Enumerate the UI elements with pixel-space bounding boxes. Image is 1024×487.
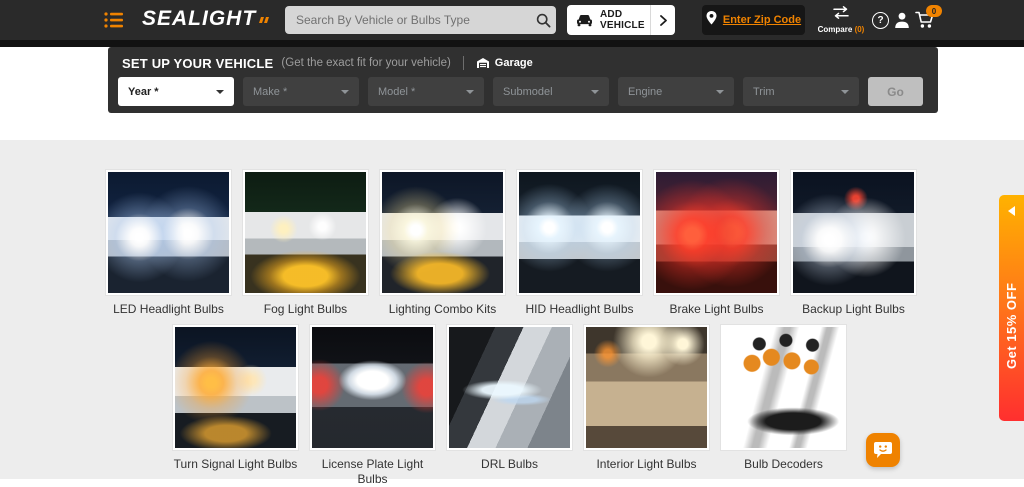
category-label: Brake Light Bulbs: [654, 302, 779, 317]
caret-down-icon: [841, 90, 849, 94]
caret-down-icon: [466, 90, 474, 94]
top-header: SEALIGHT ADD VEHICLE Enter Zip Code Comp…: [0, 0, 1024, 40]
arrow-left-icon: [1008, 206, 1015, 216]
garage-label: Garage: [495, 57, 533, 69]
category-image-frame: [654, 170, 779, 295]
setup-title: SET UP YOUR VEHICLE: [122, 56, 273, 71]
trim-select[interactable]: Trim: [743, 77, 859, 106]
category-image-frame: [243, 170, 368, 295]
category-image: [175, 327, 296, 448]
compare-label: Compare (0): [813, 25, 869, 34]
category-tile-led-headlight[interactable]: LED Headlight Bulbs: [106, 170, 231, 317]
caret-down-icon: [216, 90, 224, 94]
category-image: [245, 172, 366, 293]
category-tile-drl[interactable]: DRL Bulbs: [447, 325, 572, 487]
make-select[interactable]: Make *: [243, 77, 359, 106]
chevron-right-icon: [651, 15, 675, 26]
category-image-frame: [721, 325, 846, 450]
category-tile-turn-signal[interactable]: Turn Signal Light Bulbs: [173, 325, 298, 487]
chat-widget-button[interactable]: [866, 433, 900, 467]
category-label: DRL Bulbs: [447, 457, 572, 472]
submodel-select[interactable]: Submodel: [493, 77, 609, 106]
category-image: [519, 172, 640, 293]
garage-button[interactable]: Garage: [476, 57, 533, 69]
category-image-frame: [173, 325, 298, 450]
search-bar: [285, 6, 556, 34]
category-tile-backup-light[interactable]: Backup Light Bulbs: [791, 170, 916, 317]
category-image: [793, 172, 914, 293]
search-input[interactable]: [285, 13, 530, 27]
location-pin-icon: [706, 11, 717, 30]
search-icon[interactable]: [530, 6, 556, 34]
enter-zip-label: Enter Zip Code: [723, 14, 801, 26]
category-image-frame: [517, 170, 642, 295]
category-tile-interior-light[interactable]: Interior Light Bulbs: [584, 325, 709, 487]
category-image: [382, 172, 503, 293]
go-button[interactable]: Go: [868, 77, 923, 106]
category-label: LED Headlight Bulbs: [106, 302, 231, 317]
compare-arrows-icon: [831, 6, 851, 23]
compare-count: (0): [855, 25, 865, 34]
category-image-frame: [584, 325, 709, 450]
category-label: HID Headlight Bulbs: [517, 302, 642, 317]
model-select[interactable]: Model *: [368, 77, 484, 106]
category-tile-hid-headlight[interactable]: HID Headlight Bulbs: [517, 170, 642, 317]
sealight-logo[interactable]: SEALIGHT: [142, 8, 268, 30]
help-icon[interactable]: ?: [872, 12, 889, 29]
account-icon[interactable]: [893, 11, 911, 34]
engine-select[interactable]: Engine: [618, 77, 734, 106]
category-tile-brake-light[interactable]: Brake Light Bulbs: [654, 170, 779, 317]
add-vehicle-label: ADD VEHICLE: [600, 9, 650, 31]
category-label: Bulb Decoders: [721, 457, 846, 472]
discount-label: Get 15% OFF: [1004, 216, 1019, 421]
discount-ribbon[interactable]: Get 15% OFF: [999, 195, 1024, 421]
logo-text: SEALIGHT: [142, 8, 256, 30]
caret-down-icon: [716, 90, 724, 94]
menu-icon[interactable]: [104, 11, 124, 29]
caret-down-icon: [591, 90, 599, 94]
category-label: Fog Light Bulbs: [243, 302, 368, 317]
enter-zip-button[interactable]: Enter Zip Code: [702, 5, 805, 35]
category-tile-fog-light[interactable]: Fog Light Bulbs: [243, 170, 368, 317]
category-image-frame: [106, 170, 231, 295]
divider: [463, 56, 464, 70]
car-icon: [576, 14, 593, 27]
setup-subtitle: (Get the exact fit for your vehicle): [281, 57, 450, 69]
category-row-2: Turn Signal Light Bulbs License Plate Li…: [173, 325, 846, 487]
add-vehicle-button[interactable]: ADD VEHICLE: [567, 5, 675, 35]
category-image: [656, 172, 777, 293]
category-image-frame: [310, 325, 435, 450]
category-image: [723, 327, 844, 448]
category-label: Interior Light Bulbs: [584, 457, 709, 472]
caret-down-icon: [341, 90, 349, 94]
category-image: [449, 327, 570, 448]
category-label: Turn Signal Light Bulbs: [173, 457, 298, 472]
category-tile-combo-kits[interactable]: Lighting Combo Kits: [380, 170, 505, 317]
category-image: [586, 327, 707, 448]
cart-icon[interactable]: 0: [915, 11, 935, 34]
category-image-frame: [791, 170, 916, 295]
category-image-frame: [380, 170, 505, 295]
cart-count-badge: 0: [926, 5, 942, 17]
header-bottom-strip: [0, 40, 1024, 47]
category-image-frame: [447, 325, 572, 450]
category-label: License Plate Light Bulbs: [310, 457, 435, 487]
category-image: [108, 172, 229, 293]
category-tile-bulb-decoders[interactable]: Bulb Decoders: [721, 325, 846, 487]
category-label: Lighting Combo Kits: [380, 302, 505, 317]
vehicle-setup-panel: SET UP YOUR VEHICLE (Get the exact fit f…: [108, 47, 938, 113]
chat-bubble-icon: [873, 441, 893, 459]
compare-button[interactable]: Compare (0): [813, 6, 869, 34]
category-row-1: LED Headlight Bulbs Fog Light Bulbs Ligh…: [106, 170, 916, 317]
year-select[interactable]: Year *: [118, 77, 234, 106]
category-image: [312, 327, 433, 448]
category-label: Backup Light Bulbs: [791, 302, 916, 317]
garage-icon: [476, 57, 490, 69]
category-tile-license-plate[interactable]: License Plate Light Bulbs: [310, 325, 435, 487]
logo-accent-marks: [258, 10, 268, 28]
